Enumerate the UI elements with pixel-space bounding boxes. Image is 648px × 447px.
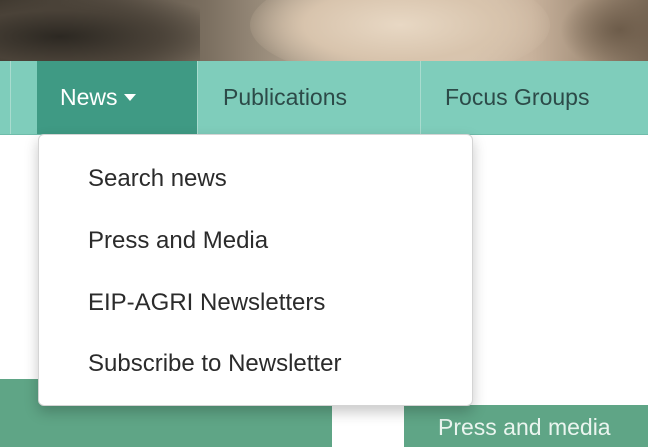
nav-item-news-label: News xyxy=(60,84,118,110)
dropdown-item-subscribe-newsletter[interactable]: Subscribe to Newsletter xyxy=(88,350,341,378)
nav-item-news[interactable]: News xyxy=(37,61,197,134)
nav-separator xyxy=(10,61,11,134)
nav-item-focus-groups[interactable]: Focus Groups xyxy=(421,61,648,134)
nav-item-publications[interactable]: Publications xyxy=(198,61,420,134)
dropdown-item-eip-agri-newsletters[interactable]: EIP-AGRI Newsletters xyxy=(88,289,325,317)
banner-shadow xyxy=(0,0,200,61)
nav-item-focus-groups-label: Focus Groups xyxy=(445,84,590,110)
banner-dark-area xyxy=(560,0,648,61)
header-banner-image xyxy=(0,0,648,61)
main-navbar: News Publications Focus Groups xyxy=(0,61,648,135)
press-and-media-panel-label: Press and media xyxy=(438,414,611,440)
caret-down-icon xyxy=(123,93,136,101)
news-dropdown-menu: Search news Press and Media EIP-AGRI New… xyxy=(38,134,473,406)
banner-highlight xyxy=(250,0,550,61)
nav-item-publications-label: Publications xyxy=(223,84,348,110)
dropdown-item-search-news[interactable]: Search news xyxy=(88,165,227,193)
press-and-media-panel[interactable]: Press and media xyxy=(404,405,648,447)
dropdown-item-press-and-media[interactable]: Press and Media xyxy=(88,227,268,255)
